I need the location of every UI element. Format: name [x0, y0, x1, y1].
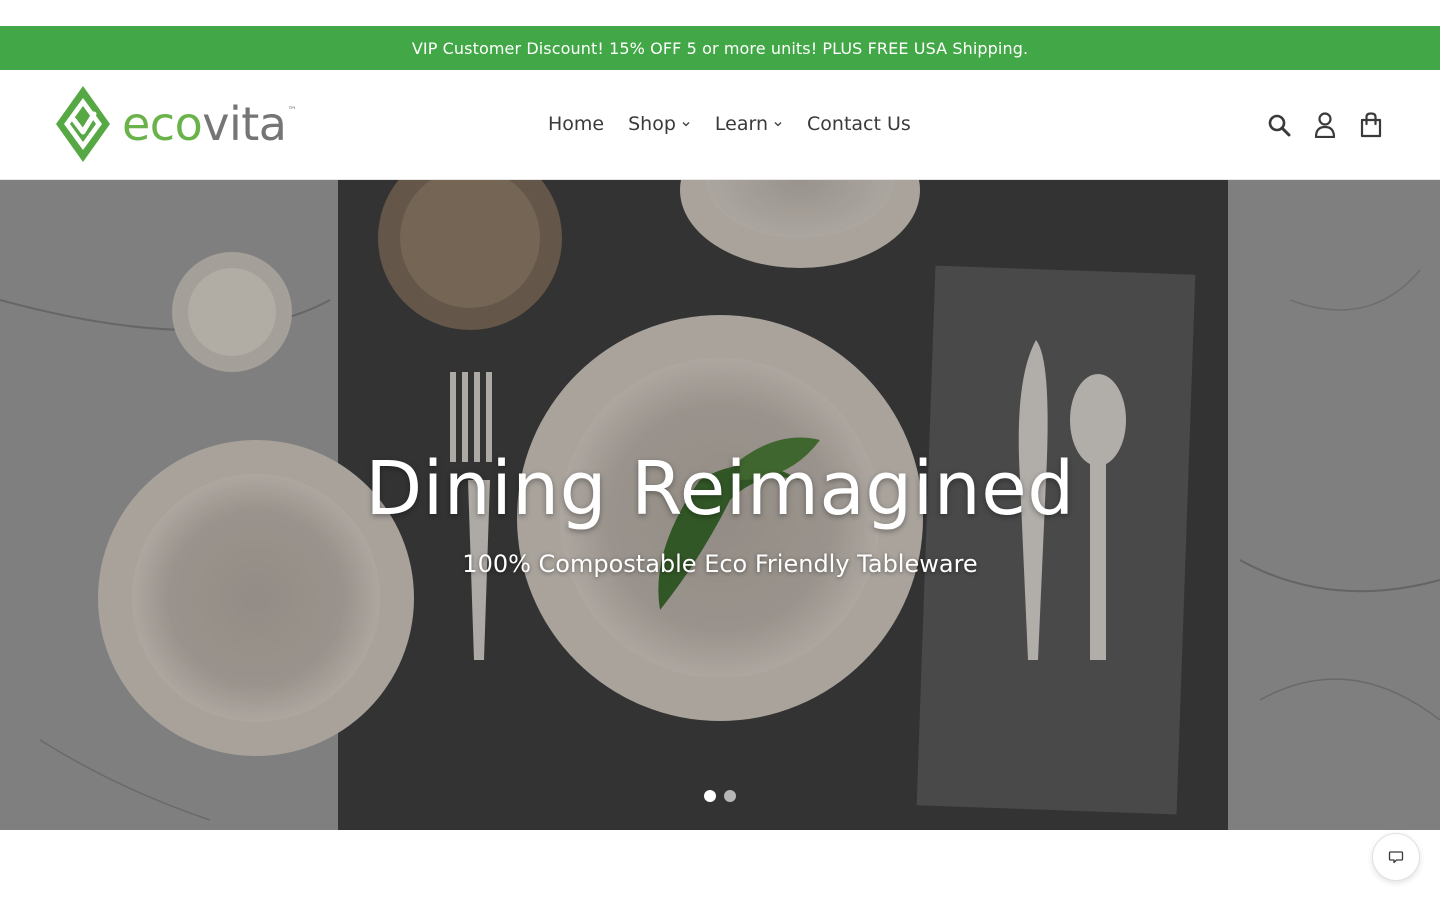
nav-item-label: Home: [548, 113, 605, 135]
leaf-logo-icon: [56, 86, 110, 162]
announcement-text: VIP Customer Discount! 15% OFF 5 or more…: [411, 38, 1029, 58]
announcement-bar: VIP Customer Discount! 15% OFF 5 or more…: [0, 26, 1440, 70]
main-nav: Home Shop Learn Contact Us: [536, 110, 923, 138]
search-icon[interactable]: [1266, 111, 1292, 139]
nav-item-learn[interactable]: Learn: [703, 113, 795, 135]
hero-subtitle: 100% Compostable Eco Friendly Tableware: [462, 549, 978, 578]
chat-icon: [1388, 851, 1404, 864]
hero-title: Dining Reimagined: [365, 445, 1075, 532]
cart-icon[interactable]: [1358, 111, 1384, 139]
nav-item-home[interactable]: Home: [536, 113, 616, 135]
nav-item-label: Learn: [714, 113, 769, 135]
account-icon[interactable]: [1312, 111, 1338, 139]
logo-eco-text: eco: [122, 97, 203, 151]
slide-dot-2[interactable]: [724, 790, 736, 802]
header-icons: [1266, 110, 1384, 140]
hero-content: Dining Reimagined 100% Compostable Eco F…: [0, 180, 1440, 830]
logo-trademark: ™: [287, 106, 296, 116]
logo-wordmark: eco vita ™: [122, 101, 296, 147]
slideshow-dots: [0, 790, 1440, 802]
chat-button[interactable]: [1372, 833, 1420, 881]
ecovita-logo[interactable]: eco vita ™: [54, 84, 296, 164]
chevron-down-icon: [682, 122, 690, 127]
top-strip: [0, 0, 1440, 26]
site-header: eco vita ™ Home Shop Learn Contact Us: [0, 70, 1440, 180]
slide-dot-1[interactable]: [704, 790, 716, 802]
chevron-down-icon: [774, 122, 782, 127]
nav-item-label: Shop: [628, 113, 676, 135]
nav-item-contact[interactable]: Contact Us: [795, 113, 923, 135]
logo-vita-text: vita: [202, 97, 287, 151]
nav-item-label: Contact Us: [807, 113, 911, 135]
nav-item-shop[interactable]: Shop: [616, 113, 703, 135]
hero-slideshow: Dining Reimagined 100% Compostable Eco F…: [0, 180, 1440, 830]
